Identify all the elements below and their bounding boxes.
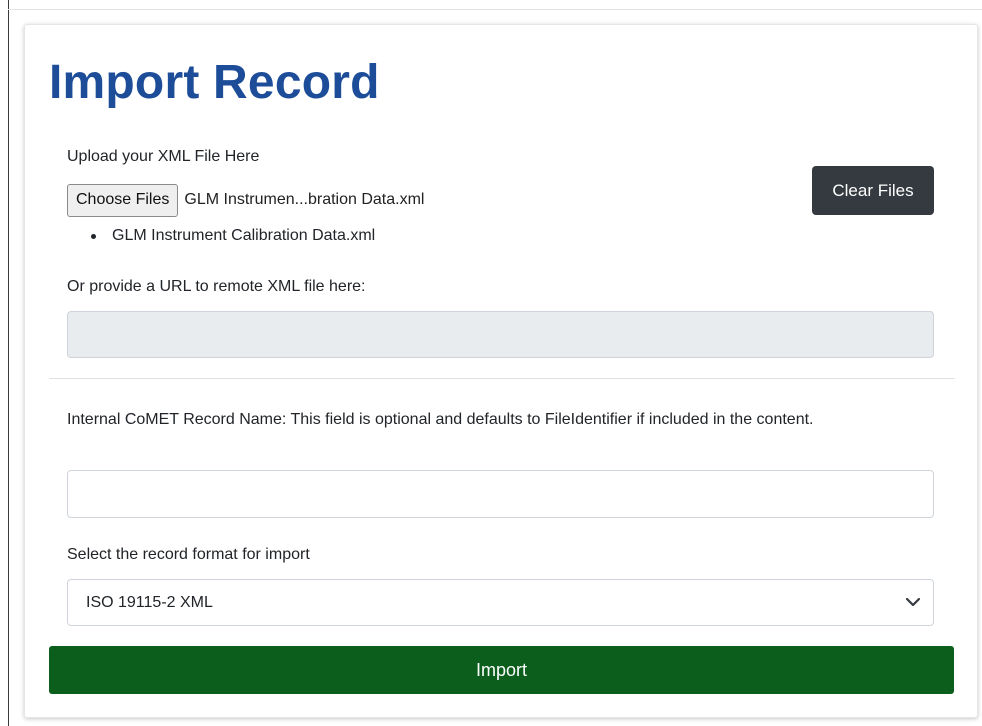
section-divider xyxy=(49,378,955,379)
selected-files-list: GLM Instrument Calibration Data.xml xyxy=(91,225,375,247)
record-format-select[interactable]: ISO 19115-2 XML xyxy=(67,579,934,626)
chevron-down-icon xyxy=(905,597,921,607)
format-label: Select the record format for import xyxy=(67,546,310,563)
url-label: Or provide a URL to remote XML file here… xyxy=(67,278,366,295)
choose-files-button[interactable]: Choose Files xyxy=(67,183,179,217)
list-item: GLM Instrument Calibration Data.xml xyxy=(91,225,375,247)
record-name-label: Internal CoMET Record Name: This field i… xyxy=(67,411,814,428)
record-name-input[interactable] xyxy=(67,470,934,518)
file-list-item-label: GLM Instrument Calibration Data.xml xyxy=(112,227,376,244)
import-record-card: Import Record Upload your XML File Here … xyxy=(24,24,978,718)
chosen-file-name: GLM Instrumen...bration Data.xml xyxy=(184,191,425,208)
file-chooser-row: Choose Files GLM Instrumen...bration Dat… xyxy=(67,183,424,217)
clear-files-button[interactable]: Clear Files xyxy=(812,166,934,215)
page-title: Import Record xyxy=(49,56,380,109)
import-button[interactable]: Import xyxy=(49,646,954,694)
record-format-selected-value: ISO 19115-2 XML xyxy=(86,593,213,611)
top-border-rule xyxy=(8,9,982,10)
url-input[interactable] xyxy=(67,311,934,358)
upload-label: Upload your XML File Here xyxy=(67,148,260,165)
bullet-icon xyxy=(91,233,96,239)
left-border-rule xyxy=(8,0,9,726)
